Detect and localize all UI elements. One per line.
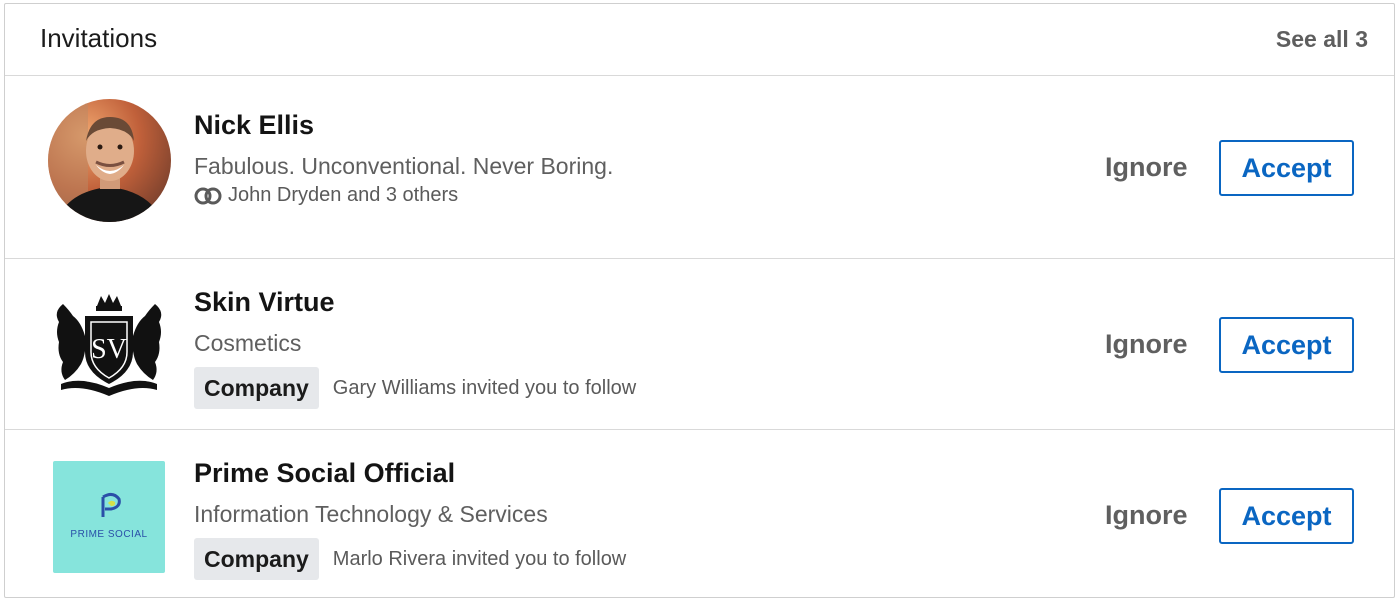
logo-text: PRIME SOCIAL — [70, 529, 148, 540]
invitation-row: SV Skin Virtue Cosmetics Company Gary Wi… — [5, 259, 1394, 430]
logo-monogram: SV — [91, 334, 127, 365]
shared-connections[interactable]: John Dryden and 3 others — [194, 184, 458, 207]
ignore-button[interactable]: Ignore — [1105, 152, 1188, 183]
company-logo[interactable]: SV — [51, 292, 167, 396]
invitation-name[interactable]: Nick Ellis — [194, 110, 314, 141]
company-logo[interactable]: PRIME SOCIAL — [53, 461, 165, 573]
invitation-name[interactable]: Prime Social Official — [194, 458, 455, 489]
shared-connections-icon — [194, 187, 222, 204]
card-title: Invitations — [40, 23, 158, 53]
invitation-meta: Company Gary Williams invited you to fol… — [194, 367, 636, 409]
company-badge: Company — [194, 367, 319, 409]
company-badge: Company — [194, 538, 319, 580]
shared-connections-text: John Dryden and 3 others — [228, 184, 459, 206]
accept-button[interactable]: Accept — [1219, 317, 1354, 373]
invitation-meta: Company Marlo Rivera invited you to foll… — [194, 538, 626, 580]
card-header: Invitations See all 3 — [5, 4, 1394, 76]
invited-by-text: Marlo Rivera invited you to follow — [332, 547, 627, 570]
invitation-row: PRIME SOCIAL Prime Social Official Infor… — [5, 430, 1394, 598]
ignore-button[interactable]: Ignore — [1105, 500, 1188, 531]
invitation-headline: Fabulous. Unconventional. Never Boring. — [194, 153, 614, 179]
invitation-name[interactable]: Skin Virtue — [194, 287, 335, 318]
accept-button[interactable]: Accept — [1219, 140, 1354, 196]
invitations-card: Invitations See all 3 Nick Ellis Fabulou… — [4, 3, 1395, 598]
invitation-row: Nick Ellis Fabulous. Unconventional. Nev… — [5, 76, 1394, 259]
ignore-button[interactable]: Ignore — [1105, 329, 1188, 360]
accept-button[interactable]: Accept — [1219, 488, 1354, 544]
invitation-subtitle: Cosmetics — [194, 330, 302, 356]
avatar[interactable] — [48, 99, 171, 222]
invitation-subtitle: Information Technology & Services — [194, 501, 548, 527]
see-all-link[interactable]: See all 3 — [1276, 26, 1368, 53]
invited-by-text: Gary Williams invited you to follow — [332, 376, 637, 399]
